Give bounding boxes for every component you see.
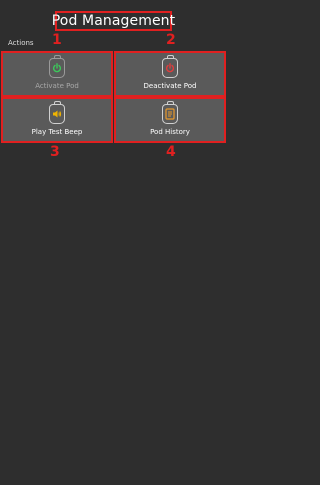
annotation-2: 2 [166,32,176,48]
speaker-icon [53,110,62,118]
pod-power-icon [162,55,178,78]
deactivate-pod-button[interactable]: Deactivate Pod [114,51,226,97]
activate-pod-label: Activate Pod [35,82,79,90]
annotation-1: 1 [52,32,62,48]
play-test-beep-button[interactable]: Play Test Beep [1,97,113,143]
pod-history-button[interactable]: Pod History [114,97,226,143]
pod-history-label: Pod History [150,128,190,136]
pod-history-icon [162,101,178,124]
deactivate-pod-label: Deactivate Pod [143,82,197,90]
power-icon [52,63,62,73]
history-icon [165,108,175,120]
annotation-4: 4 [166,144,176,160]
pod-power-icon [49,55,65,78]
power-icon [165,63,175,73]
activate-pod-button[interactable]: Activate Pod [1,51,113,97]
pod-speaker-icon [49,101,65,124]
play-test-beep-label: Play Test Beep [31,128,83,136]
actions-section-label: Actions [8,39,34,47]
page-title: Pod Management [51,13,176,29]
page-title-box: Pod Management [51,11,176,31]
annotation-3: 3 [50,144,60,160]
